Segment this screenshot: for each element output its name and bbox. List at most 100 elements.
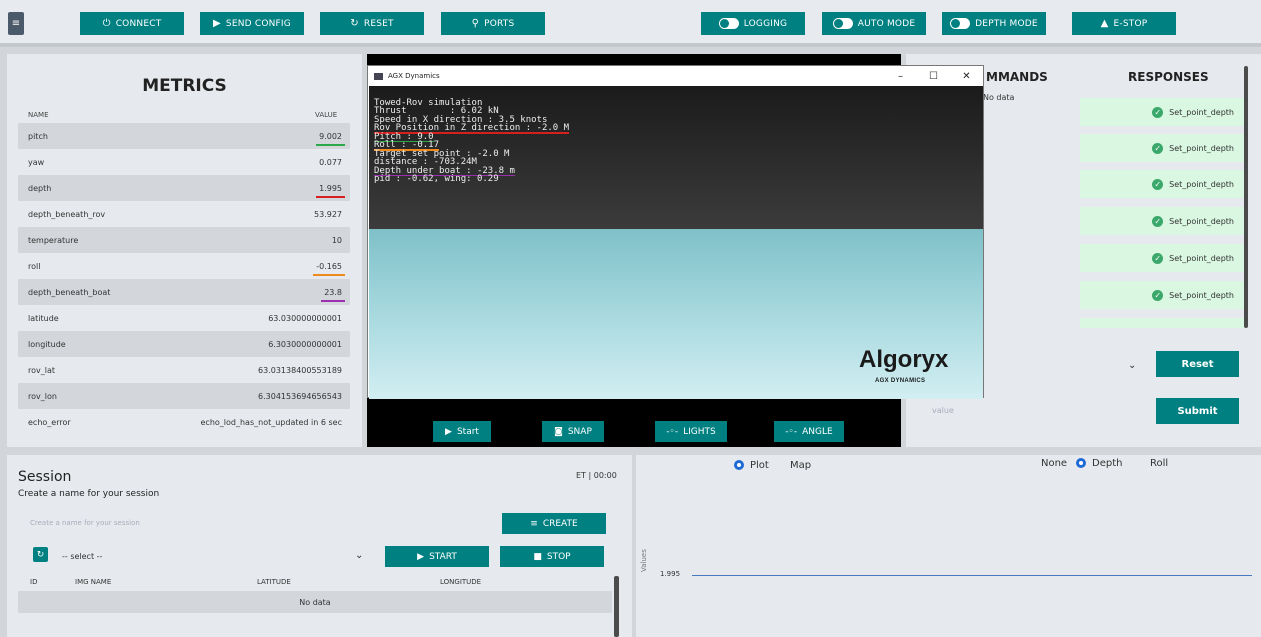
estop-button[interactable]: ▲ E-STOP: [1072, 12, 1176, 35]
start-button[interactable]: ▶ START: [385, 546, 489, 567]
responses-scrollbar[interactable]: [1244, 66, 1248, 328]
maximize-icon[interactable]: ☐: [917, 66, 950, 86]
algoryx-logo: Algoryx: [859, 346, 949, 373]
session-title: Session: [18, 469, 72, 485]
metric-row: yaw 0.077: [28, 157, 342, 167]
app-icon: [374, 72, 383, 80]
plot-panel: [636, 455, 1261, 637]
metric-row: echo_error echo_lod_has_not_updated in 6 …: [28, 417, 342, 427]
list-icon: ≡: [530, 518, 538, 529]
chevron-down-icon[interactable]: ⌄: [1128, 360, 1136, 371]
auto-mode-toggle[interactable]: AUTO MODE: [822, 12, 926, 35]
response-item: ✓ Set_point_depth: [1080, 134, 1244, 162]
agx-dynamics-window: AGX Dynamics – ☐ ✕ Towed-Rov simulation …: [367, 65, 984, 399]
window-titlebar: AGX Dynamics – ☐ ✕: [368, 66, 983, 86]
col-id: ID: [30, 578, 38, 586]
response-item: ✓ Set_point_depth: [1080, 98, 1244, 126]
check-circle-icon: ✓: [1152, 215, 1164, 227]
metric-row: longitude 6.3030000000001: [18, 331, 350, 357]
series-none-option[interactable]: None: [1041, 458, 1067, 469]
view-plot-radio[interactable]: Plot: [734, 460, 769, 471]
metrics-col-name: NAME: [28, 111, 49, 119]
purple-underline: [321, 300, 345, 302]
minimize-icon[interactable]: –: [884, 66, 917, 86]
metric-row: depth_beneath_rov 53.927: [28, 209, 342, 219]
top-toolbar: ≡ ⏻ CONNECT ▶ SEND CONFIG ↻ RESET ⚲ PORTS LO…: [0, 0, 1261, 47]
create-button[interactable]: ≡ CREATE: [502, 513, 606, 534]
start-sim-button[interactable]: ▶ Start: [433, 421, 491, 442]
session-scrollbar[interactable]: [614, 576, 619, 637]
stop-button[interactable]: ■ STOP: [500, 546, 604, 567]
refresh-icon[interactable]: ↻: [33, 547, 48, 562]
col-longitude: LONGITUDE: [440, 578, 482, 586]
slider-icon: -◦-: [666, 426, 679, 437]
session-table-empty: No data: [18, 591, 612, 613]
depth-series-line: [692, 575, 1252, 576]
menu-icon[interactable]: ≡: [8, 12, 24, 35]
play-icon: ▶: [213, 18, 221, 29]
play-icon: ▶: [445, 426, 452, 437]
metric-row: depth 1.995: [18, 175, 350, 201]
send-config-button[interactable]: ▶ SEND CONFIG: [200, 12, 304, 35]
depth-mode-toggle[interactable]: DEPTH MODE: [942, 12, 1046, 35]
check-circle-icon: ✓: [1152, 178, 1164, 190]
warning-icon: ▲: [1100, 18, 1109, 29]
response-item: ✓ Set_point_depth: [1080, 281, 1244, 309]
toggle-switch-icon: [718, 18, 739, 29]
ports-button[interactable]: ⚲ PORTS: [441, 12, 545, 35]
angle-button[interactable]: -◦- ANGLE: [774, 421, 844, 442]
check-circle-icon: ✓: [1152, 142, 1164, 154]
reset-button[interactable]: ↻ RESET: [320, 12, 424, 35]
view-map-radio[interactable]: Map: [790, 460, 811, 471]
orange-underline: [313, 274, 345, 276]
session-select[interactable]: -- select --: [62, 552, 102, 561]
toggle-switch-icon: [950, 18, 971, 29]
logging-toggle[interactable]: LOGGING: [701, 12, 805, 35]
plot-ylabel: Values: [640, 549, 648, 572]
power-icon: ⏻: [102, 18, 111, 29]
metric-row: roll -0.165: [18, 253, 350, 279]
responses-title: RESPONSES: [1128, 70, 1209, 84]
session-subtitle: Create a name for your session: [18, 489, 160, 499]
radio-selected-icon: [1076, 458, 1086, 468]
slider-icon: -◦-: [785, 426, 798, 437]
console-output: Towed-Rov simulation Thrust : 6.02 kN Sp…: [374, 97, 570, 184]
col-img-name: IMG NAME: [75, 578, 112, 586]
green-underline: [316, 144, 345, 146]
response-item-partial: [1080, 318, 1244, 328]
metric-row: rov_lat 63.03138400553189: [28, 365, 342, 375]
col-latitude: LATITUDE: [257, 578, 291, 586]
check-circle-icon: ✓: [1152, 289, 1164, 301]
metric-row: temperature 10: [18, 227, 350, 253]
elapsed-time: ET | 00:00: [576, 471, 617, 480]
response-item: ✓ Set_point_depth: [1080, 244, 1244, 272]
commands-title: MMANDS: [986, 70, 1048, 84]
response-item: ✓ Set_point_depth: [1080, 170, 1244, 198]
metric-row: depth_beneath_boat 23.8: [18, 279, 350, 305]
snap-button[interactable]: ◙ SNAP: [542, 421, 604, 442]
agx-dynamics-logo-text: AGX DYNAMICS: [875, 378, 926, 384]
plot-tick: 1.995: [660, 570, 681, 578]
play-icon: ▶: [417, 551, 425, 562]
refresh-icon: ↻: [350, 18, 359, 29]
camera-icon: ◙: [554, 426, 563, 437]
radio-selected-icon: [734, 460, 744, 470]
metrics-col-value: VALUE: [315, 111, 338, 119]
reset-command-button[interactable]: Reset: [1156, 351, 1239, 377]
chevron-down-icon[interactable]: ⌄: [355, 550, 363, 561]
session-name-input[interactable]: Create a name for your session: [30, 519, 140, 527]
commands-empty: No data: [983, 93, 1015, 102]
metric-row: rov_lon 6.304153694656543: [18, 383, 350, 409]
close-icon[interactable]: ✕: [950, 66, 983, 86]
lights-button[interactable]: -◦- LIGHTS: [655, 421, 727, 442]
search-icon: ⚲: [471, 18, 480, 29]
metric-row: pitch 9.002: [18, 123, 350, 149]
toggle-switch-icon: [832, 18, 853, 29]
connect-button[interactable]: ⏻ CONNECT: [80, 12, 184, 35]
series-roll-option[interactable]: Roll: [1150, 458, 1168, 469]
value-input[interactable]: value: [932, 406, 954, 415]
series-depth-radio[interactable]: Depth: [1076, 458, 1122, 469]
metric-row: latitude 63.030000000001: [28, 313, 342, 323]
submit-button[interactable]: Submit: [1156, 398, 1239, 424]
check-circle-icon: ✓: [1152, 106, 1164, 118]
